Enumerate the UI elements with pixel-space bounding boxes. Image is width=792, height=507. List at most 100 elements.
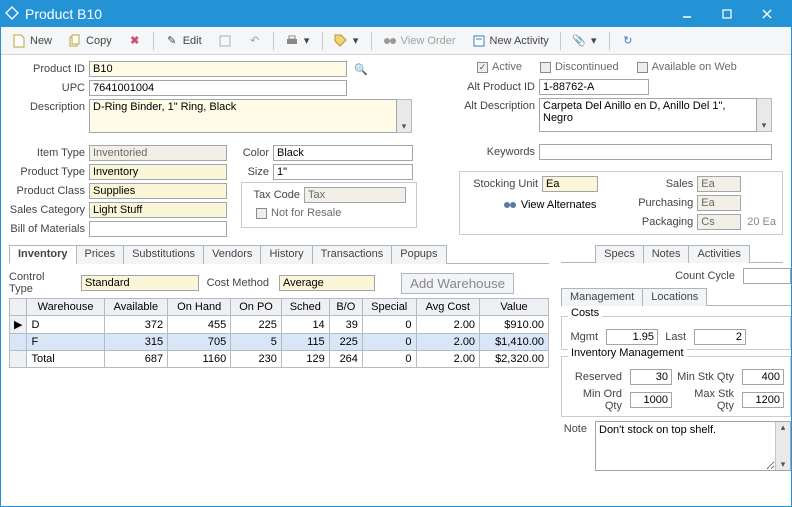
not-for-resale-checkbox[interactable] xyxy=(256,208,267,219)
bom-input[interactable] xyxy=(89,221,227,237)
tax-code-field[interactable] xyxy=(304,187,406,203)
undo-button[interactable]: ↶ xyxy=(241,30,269,52)
color-input[interactable] xyxy=(273,145,413,161)
reserved-input[interactable] xyxy=(630,369,672,385)
table-row[interactable]: F315705511522502.00$1,410.00 xyxy=(10,334,549,351)
refresh-button[interactable]: ↻ xyxy=(614,30,642,52)
tag-button[interactable]: ▾ xyxy=(327,30,367,52)
keywords-input[interactable] xyxy=(539,144,772,160)
tab-transactions[interactable]: Transactions xyxy=(312,245,393,264)
item-type-label: Item Type xyxy=(9,147,89,159)
table-row[interactable]: ▶D372455225143902.00$910.00 xyxy=(10,316,549,334)
main-toolbar: New Copy ✖ ✎Edit ↶ ▾ ▾ View Order New Ac… xyxy=(1,27,791,55)
note-scrollbar[interactable]: ▴▾ xyxy=(775,422,790,470)
app-diamond-icon xyxy=(5,6,19,23)
size-label: Size xyxy=(227,166,273,178)
min-ord-input[interactable] xyxy=(630,392,672,408)
discontinued-checkbox[interactable] xyxy=(540,62,551,73)
tab-inventory[interactable]: Inventory xyxy=(9,245,77,264)
product-id-label: Product ID xyxy=(9,63,89,75)
active-checkbox[interactable]: ✓ xyxy=(477,62,488,73)
tab-management[interactable]: Management xyxy=(561,288,643,306)
cost-method-field[interactable] xyxy=(279,275,375,291)
col-bo[interactable]: B/O xyxy=(329,299,362,316)
bom-label: Bill of Materials xyxy=(9,223,89,235)
tab-prices[interactable]: Prices xyxy=(76,245,125,264)
col-available[interactable]: Available xyxy=(104,299,168,316)
costs-legend: Costs xyxy=(568,307,602,319)
col-onhand[interactable]: On Hand xyxy=(168,299,231,316)
note-label: Note xyxy=(561,421,591,435)
maximize-button[interactable] xyxy=(707,1,747,27)
tab-history[interactable]: History xyxy=(260,245,312,264)
delete-button[interactable]: ✖ xyxy=(121,30,149,52)
mgmt-input[interactable] xyxy=(606,329,658,345)
tab-specs[interactable]: Specs xyxy=(595,245,644,263)
tab-substitutions[interactable]: Substitutions xyxy=(123,245,204,264)
col-sched[interactable]: Sched xyxy=(281,299,329,316)
printer-icon xyxy=(285,34,299,48)
tab-locations[interactable]: Locations xyxy=(642,288,707,306)
col-onpo[interactable]: On PO xyxy=(231,299,282,316)
control-type-field[interactable] xyxy=(81,275,199,291)
view-order-button[interactable]: View Order xyxy=(376,30,463,52)
tab-notes[interactable]: Notes xyxy=(643,245,690,263)
description-scroll-down[interactable]: ▾ xyxy=(397,99,412,133)
copy-label: Copy xyxy=(86,35,112,47)
product-id-input[interactable] xyxy=(89,61,347,77)
purchasing-unit-field[interactable] xyxy=(697,195,741,211)
description-input[interactable] xyxy=(89,99,397,133)
search-button[interactable]: 🔍 xyxy=(347,62,375,76)
add-warehouse-button[interactable]: Add Warehouse xyxy=(401,273,514,294)
tab-popups[interactable]: Popups xyxy=(391,245,446,264)
inventory-grid[interactable]: Warehouse Available On Hand On PO Sched … xyxy=(9,298,549,368)
avail-web-checkbox[interactable] xyxy=(637,62,648,73)
edit-button[interactable]: ✎Edit xyxy=(158,30,209,52)
info-tabs: Specs Notes Activities xyxy=(561,245,783,263)
alt-product-id-input[interactable] xyxy=(539,79,649,95)
avail-web-label: Available on Web xyxy=(652,61,737,73)
col-warehouse[interactable]: Warehouse xyxy=(27,299,104,316)
tag-icon xyxy=(334,34,348,48)
chevron-down-icon: ▾ xyxy=(590,34,598,47)
alt-product-id-label: Alt Product ID xyxy=(459,81,539,93)
new-button[interactable]: New xyxy=(5,30,59,52)
pencil-icon: ✎ xyxy=(165,34,179,48)
count-cycle-label: Count Cycle xyxy=(675,270,739,282)
control-type-label: Control Type xyxy=(9,271,75,295)
copy-button[interactable]: Copy xyxy=(61,30,119,52)
alt-desc-input[interactable] xyxy=(539,98,757,132)
col-special[interactable]: Special xyxy=(362,299,416,316)
attach-button[interactable]: 📎▾ xyxy=(565,30,605,52)
upc-input[interactable] xyxy=(89,80,347,96)
product-class-field[interactable] xyxy=(89,183,227,199)
note-input[interactable] xyxy=(596,422,775,470)
reserved-label: Reserved xyxy=(568,371,626,383)
sales-unit-field[interactable] xyxy=(697,176,741,192)
detail-tabs: Inventory Prices Substitutions Vendors H… xyxy=(9,245,549,264)
purchasing-label: Purchasing xyxy=(637,197,697,209)
product-type-field[interactable] xyxy=(89,164,227,180)
close-button[interactable] xyxy=(747,1,787,27)
size-input[interactable] xyxy=(273,164,413,180)
new-activity-button[interactable]: New Activity xyxy=(465,30,556,52)
view-alternates-button[interactable]: View Alternates xyxy=(466,198,633,212)
stocking-unit-field[interactable] xyxy=(542,176,598,192)
tab-vendors[interactable]: Vendors xyxy=(203,245,261,264)
sales-category-field[interactable] xyxy=(89,202,227,218)
item-type-field[interactable] xyxy=(89,145,227,161)
packaging-unit-field[interactable] xyxy=(697,214,741,230)
print-button[interactable]: ▾ xyxy=(278,30,318,52)
last-input[interactable] xyxy=(694,329,746,345)
min-stk-input[interactable] xyxy=(742,369,784,385)
minimize-button[interactable] xyxy=(667,1,707,27)
max-stk-input[interactable] xyxy=(742,392,784,408)
col-value[interactable]: Value xyxy=(480,299,549,316)
tab-activities[interactable]: Activities xyxy=(688,245,749,263)
alt-desc-scroll-down[interactable]: ▾ xyxy=(757,98,772,132)
col-avgcost[interactable]: Avg Cost xyxy=(416,299,480,316)
table-row[interactable]: Total687116023012926402.00$2,320.00 xyxy=(10,351,549,368)
count-cycle-input[interactable] xyxy=(743,268,791,284)
save-button[interactable] xyxy=(211,30,239,52)
window-title: Product B10 xyxy=(25,6,667,22)
